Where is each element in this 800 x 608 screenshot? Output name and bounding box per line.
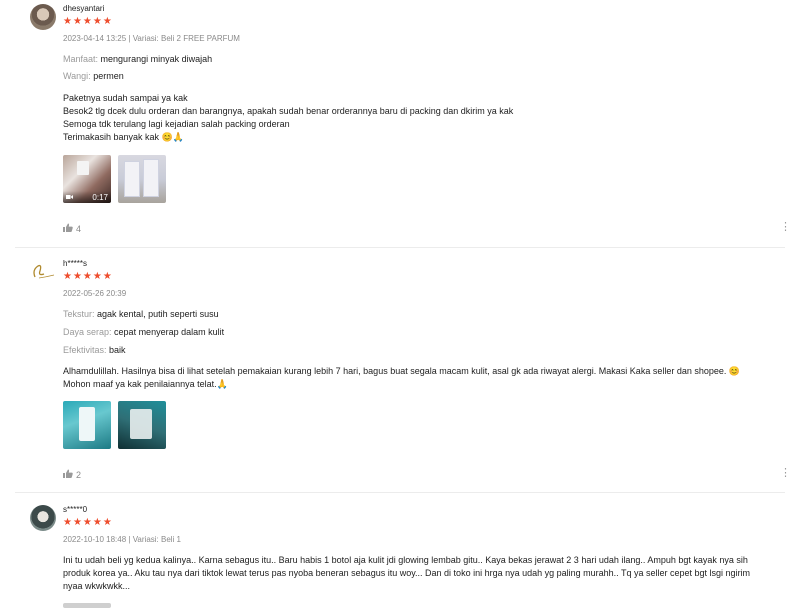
review-text: Ini tu udah beli yg kedua kalinya.. Karn… <box>63 555 751 591</box>
avatar[interactable] <box>30 259 56 285</box>
username[interactable]: s*****0 <box>63 505 87 514</box>
avatar[interactable] <box>30 505 56 531</box>
thumbs-up-icon <box>63 469 73 480</box>
username[interactable]: h*****s <box>63 259 87 268</box>
review-text: Alhamdulillah. Hasilnya bisa di lihat se… <box>63 366 741 389</box>
review-photo[interactable] <box>118 155 166 203</box>
star-rating: ★★★★★ <box>63 271 113 282</box>
review-divider <box>15 247 785 248</box>
review-photo[interactable] <box>63 401 111 449</box>
more-vertical-icon[interactable]: ⋮ <box>780 468 791 479</box>
star-rating: ★★★★★ <box>63 517 113 528</box>
avatar[interactable] <box>30 4 56 30</box>
review-text: Paketnya sudah sampai ya kak Besok2 tlg … <box>63 93 514 142</box>
like-button[interactable]: 4 <box>63 223 81 234</box>
review-meta: 2022-05-26 20:39 <box>63 289 127 298</box>
review-divider <box>15 492 785 493</box>
attribute-row: Daya serap: cepat menyerap dalam kulit <box>63 327 225 337</box>
video-camera-icon <box>66 193 73 202</box>
like-count: 4 <box>76 223 82 234</box>
thumbs-up-icon <box>63 223 73 234</box>
like-button[interactable]: 2 <box>63 469 81 480</box>
attribute-row: Tekstur: agak kental, putih seperti susu <box>63 309 219 319</box>
review-video-thumbnail[interactable]: 0:17 <box>63 155 111 203</box>
star-rating: ★★★★★ <box>63 16 113 27</box>
review-meta: 2022-10-10 18:48 | Variasi: Beli 1 <box>63 535 182 544</box>
attribute-row: Manfaat: mengurangi minyak diwajah <box>63 54 213 64</box>
more-vertical-icon[interactable]: ⋮ <box>780 222 791 233</box>
like-count: 2 <box>76 469 82 480</box>
video-duration-badge: 0:17 <box>63 191 111 203</box>
attribute-row: Wangi: permen <box>63 71 124 81</box>
attribute-row: Efektivitas: baik <box>63 345 126 355</box>
username[interactable]: dhesyantari <box>63 4 104 13</box>
review-photo[interactable] <box>118 401 166 449</box>
review-photo[interactable] <box>63 603 111 608</box>
review-meta: 2023-04-14 13:25 | Variasi: Beli 2 FREE … <box>63 34 240 43</box>
